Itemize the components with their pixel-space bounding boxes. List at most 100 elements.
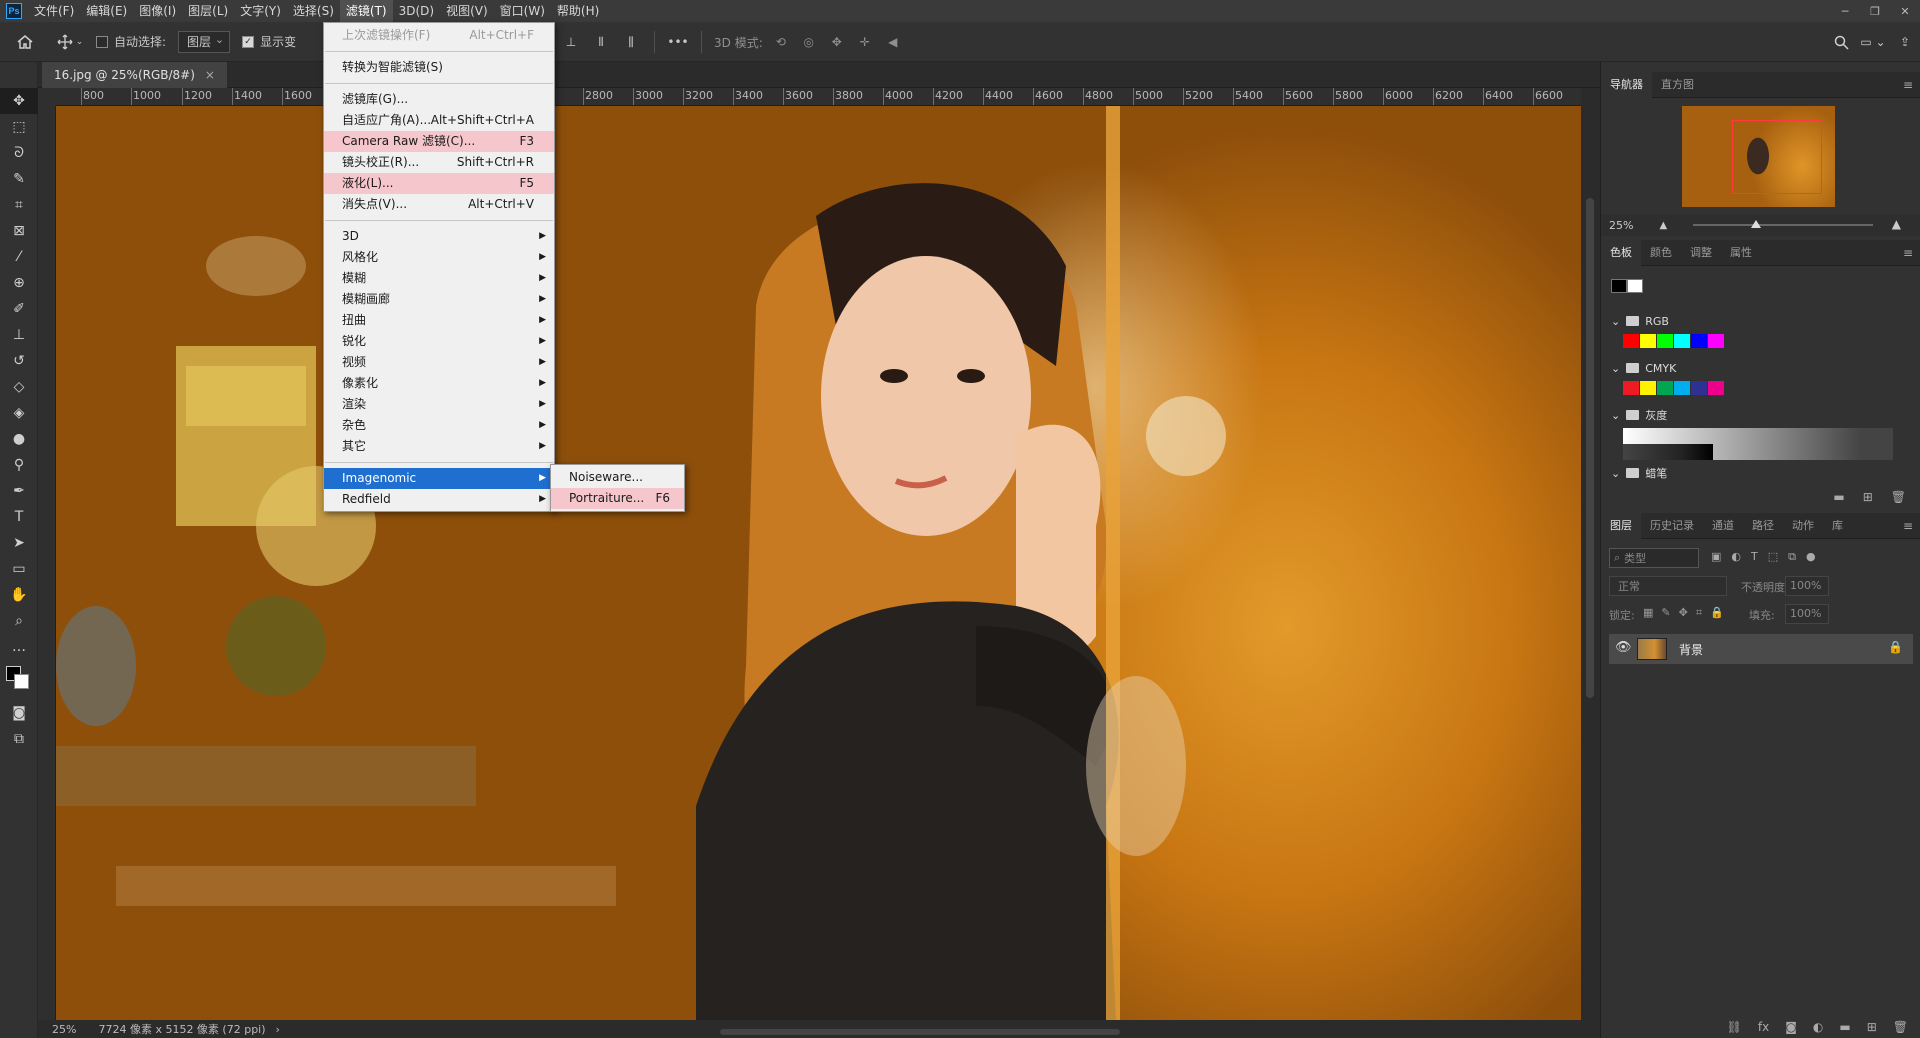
- dodge-tool-icon[interactable]: ⚲: [0, 452, 38, 478]
- more-options-icon[interactable]: •••: [663, 22, 693, 62]
- menu-filter-gallery[interactable]: 滤镜库(G)...: [324, 89, 554, 110]
- swatch-magenta[interactable]: [1708, 334, 1724, 348]
- swatch-cmyk-yellow[interactable]: [1640, 381, 1656, 395]
- lasso-tool-icon[interactable]: ᘐ: [0, 140, 38, 166]
- tab-paths[interactable]: 路径: [1743, 513, 1783, 539]
- menu-type[interactable]: 文字(Y): [234, 0, 287, 22]
- swatch-cmyk-blue[interactable]: [1691, 381, 1707, 395]
- quick-select-tool-icon[interactable]: ✎: [0, 166, 38, 192]
- menu-portraiture[interactable]: Portraiture... F6: [551, 488, 684, 509]
- swatch-blue[interactable]: [1691, 334, 1707, 348]
- align-column-icon[interactable]: ⫴: [586, 22, 616, 62]
- minimize-icon[interactable]: ─: [1830, 0, 1860, 22]
- swatch-cmyk-green[interactable]: [1657, 381, 1673, 395]
- delete-icon[interactable]: 🗑: [1891, 490, 1906, 504]
- menu-adaptive-wide-angle[interactable]: 自适应广角(A)... Alt+Shift+Ctrl+A: [324, 110, 554, 131]
- 3d-orbit-icon[interactable]: ⟲: [767, 22, 795, 62]
- document-tab[interactable]: 16.jpg @ 25%(RGB/8#) ×: [42, 62, 227, 88]
- menu-stylize[interactable]: 风格化 ▶: [324, 247, 554, 268]
- zoom-tool-icon[interactable]: ⌕: [0, 608, 38, 634]
- visibility-eye-icon[interactable]: 👁: [1615, 640, 1632, 655]
- paint-bucket-tool-icon[interactable]: ◈: [0, 400, 38, 426]
- menu-help[interactable]: 帮助(H): [551, 0, 605, 22]
- tab-navigator[interactable]: 导航器: [1601, 71, 1652, 98]
- foreground-swatch[interactable]: [1611, 279, 1627, 293]
- navigator-zoom-value[interactable]: 25%: [1609, 219, 1633, 232]
- layer-name[interactable]: 背景: [1679, 641, 1703, 658]
- pixel-filter-icon[interactable]: ▣: [1711, 550, 1721, 564]
- delete-layer-icon[interactable]: 🗑: [1893, 1020, 1908, 1034]
- marquee-tool-icon[interactable]: ⬚: [0, 114, 38, 140]
- distribute-icon[interactable]: ⫼: [616, 22, 646, 62]
- layer-row[interactable]: 👁 背景 🔒: [1609, 634, 1913, 664]
- auto-select-checkbox[interactable]: 自动选择:: [90, 22, 172, 62]
- search-icon[interactable]: [1826, 22, 1856, 62]
- blend-mode-dropdown[interactable]: 正常: [1609, 576, 1727, 596]
- new-group-icon[interactable]: ▬: [1839, 1020, 1850, 1034]
- close-tab-icon[interactable]: ×: [205, 68, 215, 82]
- menu-image[interactable]: 图像(I): [133, 0, 182, 22]
- close-icon[interactable]: ✕: [1890, 0, 1920, 22]
- swatch-cmyk-cyan[interactable]: [1674, 381, 1690, 395]
- vertical-scrollbar[interactable]: [1581, 88, 1600, 1020]
- ruler-origin[interactable]: [38, 88, 56, 106]
- swatch-group-grayscale[interactable]: ⌄ 灰度: [1611, 406, 1667, 424]
- blur-tool-icon[interactable]: ●: [0, 426, 38, 452]
- fill-field[interactable]: 100%: [1785, 604, 1829, 624]
- menu-other[interactable]: 其它 ▶: [324, 436, 554, 457]
- menu-select[interactable]: 选择(S): [287, 0, 340, 22]
- menu-video[interactable]: 视频 ▶: [324, 352, 554, 373]
- show-transform-check[interactable]: ✓: [242, 35, 255, 48]
- menu-blur-gallery[interactable]: 模糊画廊 ▶: [324, 289, 554, 310]
- tab-channels[interactable]: 通道: [1703, 513, 1743, 539]
- tab-properties[interactable]: 属性: [1721, 240, 1761, 266]
- lock-artboard-icon[interactable]: ⌗: [1696, 606, 1702, 620]
- new-swatch-icon[interactable]: ⊞: [1863, 490, 1873, 504]
- auto-select-dropdown[interactable]: 图层: [178, 30, 231, 53]
- menu-noise[interactable]: 杂色 ▶: [324, 415, 554, 436]
- new-group-icon[interactable]: ▬: [1833, 490, 1844, 504]
- move-tool-icon[interactable]: ⌄: [50, 22, 90, 62]
- 3d-scale-icon[interactable]: ◀: [879, 22, 907, 62]
- lock-paint-icon[interactable]: ✎: [1661, 606, 1670, 620]
- zoom-level[interactable]: 25%: [52, 1023, 76, 1036]
- rectangle-tool-icon[interactable]: ▭: [0, 556, 38, 582]
- 3d-roll-icon[interactable]: ◎: [795, 22, 823, 62]
- tab-swatches[interactable]: 色板: [1601, 239, 1641, 266]
- tab-adjustments[interactable]: 调整: [1681, 240, 1721, 266]
- tab-histogram[interactable]: 直方图: [1652, 72, 1703, 98]
- menu-edit[interactable]: 编辑(E): [80, 0, 133, 22]
- menu-imagenomic[interactable]: Imagenomic ▶: [324, 468, 554, 489]
- menu-filter[interactable]: 滤镜(T): [339, 0, 393, 22]
- share-icon[interactable]: ⇪: [1890, 22, 1920, 62]
- swatch-cmyk-magenta[interactable]: [1708, 381, 1724, 395]
- fx-icon[interactable]: fx: [1758, 1020, 1769, 1034]
- swatch-group-rgb[interactable]: ⌄ RGB: [1611, 312, 1669, 330]
- navigator-preview[interactable]: [1682, 106, 1835, 207]
- type-tool-icon[interactable]: T: [0, 504, 38, 530]
- vertical-ruler[interactable]: [38, 106, 56, 1020]
- horizontal-ruler[interactable]: 800 1000 1200 1400 1600 2800 3000 3200 3…: [56, 88, 1581, 106]
- background-swatch[interactable]: [1627, 279, 1643, 293]
- tab-color[interactable]: 颜色: [1641, 240, 1681, 266]
- align-bottom-icon[interactable]: ⊥: [556, 22, 586, 62]
- swatch-yellow[interactable]: [1640, 334, 1656, 348]
- vertical-scroll-thumb[interactable]: [1586, 198, 1594, 698]
- clone-stamp-tool-icon[interactable]: ⊥: [0, 322, 38, 348]
- opacity-field[interactable]: 100%: [1785, 576, 1829, 596]
- tab-layers[interactable]: 图层: [1601, 512, 1641, 539]
- menu-layer[interactable]: 图层(L): [182, 0, 234, 22]
- lock-position-icon[interactable]: ✥: [1679, 606, 1688, 620]
- menu-last-filter[interactable]: 上次滤镜操作(F) Alt+Ctrl+F: [324, 25, 554, 46]
- lock-transparent-icon[interactable]: ▦: [1643, 606, 1653, 620]
- move-tool-icon[interactable]: ✥: [0, 88, 38, 114]
- panel-menu-icon[interactable]: ≡: [1903, 519, 1913, 533]
- menu-view[interactable]: 视图(V): [440, 0, 494, 22]
- lock-all-icon[interactable]: 🔒: [1710, 606, 1724, 620]
- menu-file[interactable]: 文件(F): [28, 0, 80, 22]
- menu-pixelate[interactable]: 像素化 ▶: [324, 373, 554, 394]
- zoom-slider-thumb[interactable]: [1751, 220, 1761, 228]
- 3d-pan-icon[interactable]: ✥: [823, 22, 851, 62]
- link-layers-icon[interactable]: ⛓: [1727, 1020, 1742, 1034]
- quick-mask-icon[interactable]: ◙: [0, 700, 38, 726]
